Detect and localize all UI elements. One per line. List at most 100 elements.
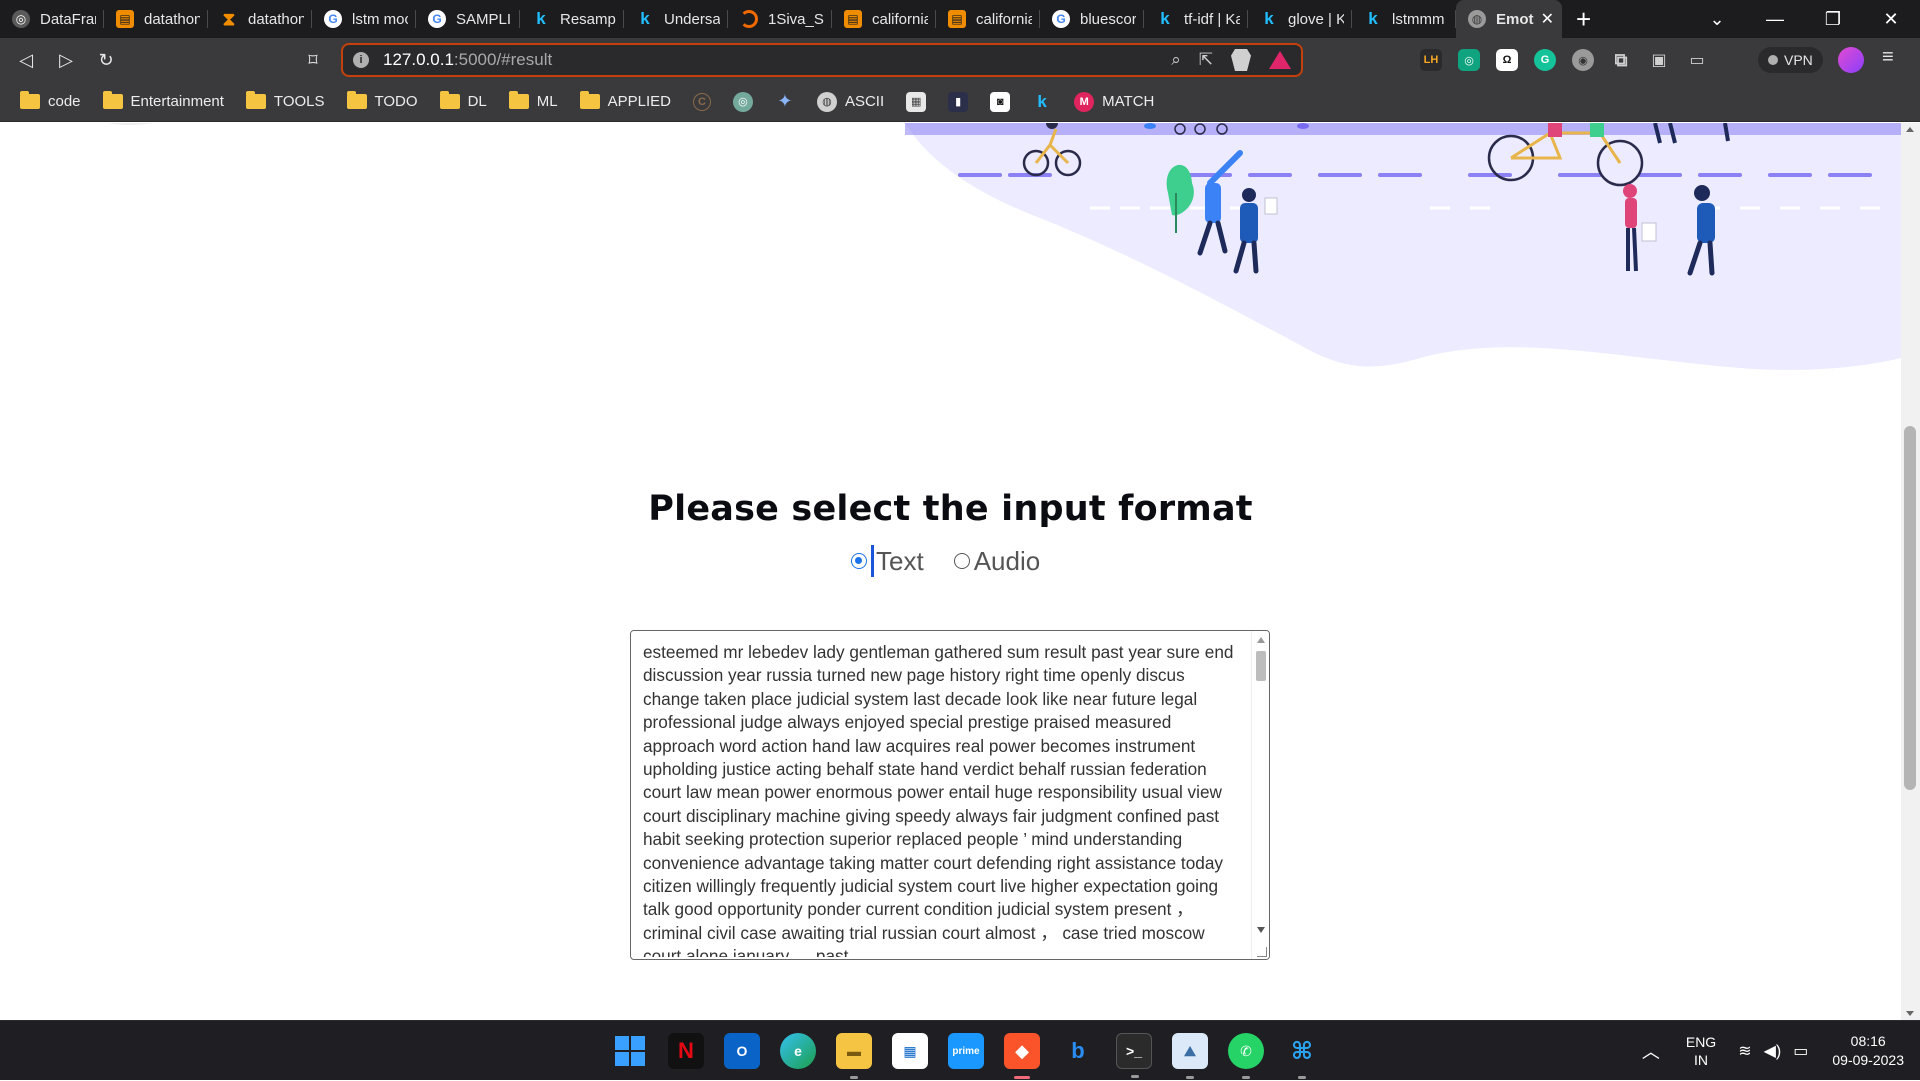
bookmark-folder-entertainment[interactable]: Entertainment (102, 91, 224, 110)
option-audio[interactable]: Audio (953, 546, 1040, 577)
kaggle-icon: k (1160, 9, 1170, 28)
scroll-down-arrow-icon[interactable] (1906, 1011, 1914, 1016)
tab-6[interactable]: k Undersar (624, 0, 728, 38)
bookmark-kaggle[interactable]: k (1032, 92, 1052, 112)
tab-5[interactable]: k Resampl (520, 0, 624, 38)
bookmark-icon[interactable]: ⌑ (293, 40, 333, 80)
tab-2[interactable]: ⧗ datathon (208, 0, 312, 38)
tab-11[interactable]: k tf-idf | Ka (1144, 0, 1248, 38)
bookmark-gemini[interactable]: ✦ (775, 91, 795, 112)
page-scrollbar[interactable] (1901, 123, 1920, 1020)
tab-label: Resampl (560, 10, 616, 28)
url-path: :5000/#result (453, 50, 553, 69)
sidebar-icon[interactable]: ▣ (1648, 49, 1670, 71)
start-icon[interactable] (612, 1033, 648, 1069)
tab-8[interactable]: ▤ california (832, 0, 936, 38)
clock-date: 09-09-2023 (1832, 1052, 1904, 1068)
menu-icon[interactable]: ≡ (1882, 46, 1894, 69)
new-tab-button[interactable]: + (1576, 4, 1606, 35)
site-info-icon[interactable]: i (353, 52, 369, 68)
share-icon[interactable]: ⇱ (1199, 50, 1213, 70)
option-text[interactable]: Text (851, 545, 924, 577)
bookmark-match[interactable]: M MATCH (1074, 91, 1154, 112)
clock[interactable]: 08:16 09-09-2023 (1832, 1032, 1904, 1070)
bookmark-folder-tools[interactable]: TOOLS (245, 91, 325, 110)
gamepad-icon[interactable]: ◉ (1572, 49, 1594, 71)
google-icon: G (1052, 10, 1070, 28)
wallet-icon[interactable]: ▭ (1686, 49, 1708, 71)
bookmark-folder-todo[interactable]: TODO (346, 91, 418, 110)
vscode-icon[interactable]: ⌘ (1284, 1033, 1320, 1079)
whatsapp-icon[interactable]: ✆ (1228, 1033, 1264, 1079)
brave-rewards-icon[interactable] (1269, 51, 1291, 69)
navigation-bar: ◁ ▷ ↻ ⌑ i 127.0.0.1:5000/#result ⌕ ⇱ LH … (0, 38, 1920, 82)
bing-icon[interactable]: b (1060, 1033, 1096, 1069)
netflix-icon[interactable]: N (668, 1033, 704, 1069)
bookmark-dark[interactable]: ▮ (948, 91, 969, 112)
scroll-down-arrow-icon[interactable] (1257, 927, 1265, 933)
bookmark-notes[interactable]: ▦ (906, 91, 927, 112)
vpn-button[interactable]: VPN (1758, 47, 1823, 73)
textarea-scrollbar[interactable] (1251, 631, 1269, 959)
reload-icon[interactable]: ↻ (86, 40, 126, 80)
brave-shields-icon[interactable] (1231, 49, 1251, 71)
bookmark-chatgpt[interactable]: ◎ (732, 91, 753, 112)
file-explorer-icon[interactable]: ▬ (836, 1033, 872, 1079)
tab-active[interactable]: ◍ Emot ✕ (1456, 0, 1562, 38)
prime-video-icon[interactable]: prime (948, 1033, 984, 1069)
bookmark-label: ML (536, 93, 558, 110)
bookmark-folder-code[interactable]: code (20, 91, 81, 110)
close-tab-icon[interactable]: ✕ (1541, 9, 1554, 29)
store-icon[interactable]: ▦ (892, 1033, 928, 1069)
folder-icon (245, 91, 266, 109)
quick-settings[interactable]: ≋ ◀) ▭ (1738, 1041, 1808, 1061)
grammarly-icon[interactable]: G (1534, 49, 1556, 71)
bookmark-search[interactable]: ◙ (990, 91, 1011, 112)
back-icon[interactable]: ◁ (6, 40, 46, 80)
omega-icon[interactable]: Ω (1496, 49, 1518, 71)
folder-icon (20, 91, 40, 109)
terminal-icon[interactable]: >_ (1116, 1033, 1152, 1078)
tab-3[interactable]: Glstm moc (312, 0, 416, 38)
resize-grip-icon[interactable] (1257, 947, 1267, 957)
tab-search-chevron-icon[interactable]: ⌄ (1688, 9, 1746, 30)
text-input-area[interactable]: esteemed mr lebedev lady gentleman gathe… (631, 631, 1251, 957)
tab-7[interactable]: 1Siva_Sir (728, 0, 832, 38)
tab-9[interactable]: ▤ california (936, 0, 1040, 38)
brave-icon[interactable]: ◆ (1004, 1033, 1040, 1079)
minimize-icon[interactable]: — (1746, 9, 1804, 30)
bookmark-folder-dl[interactable]: DL (439, 91, 487, 110)
chatgpt-extension-icon[interactable]: ◎ (1458, 49, 1480, 71)
edge-icon[interactable]: e (780, 1033, 816, 1069)
audio-radio-button[interactable] (953, 553, 970, 569)
photos-icon[interactable]: ⛰ (1172, 1033, 1208, 1079)
address-bar[interactable]: i 127.0.0.1:5000/#result ⌕ ⇱ (341, 43, 1303, 77)
close-window-icon[interactable]: ✕ (1862, 9, 1920, 30)
tab-12[interactable]: k glove | K (1248, 0, 1352, 38)
bookmark-folder-applied[interactable]: APPLIED (579, 91, 671, 110)
tab-10[interactable]: Gbluescor (1040, 0, 1144, 38)
profile-avatar[interactable] (1838, 47, 1864, 73)
language-indicator[interactable]: ENG IN (1686, 1033, 1716, 1069)
tab-4[interactable]: G SAMPLIN (416, 0, 520, 38)
text-radio-button[interactable] (851, 553, 867, 569)
bookmark-ascii[interactable]: ◍ ASCII (816, 91, 884, 112)
lighthouse-icon[interactable]: LH (1420, 49, 1442, 71)
forward-icon[interactable]: ▷ (46, 40, 86, 80)
outlook-icon[interactable]: O (724, 1033, 760, 1069)
bookmark-codechef[interactable]: C (692, 92, 711, 111)
zoom-icon[interactable]: ⌕ (1171, 50, 1181, 70)
restore-icon[interactable]: ❐ (1804, 9, 1862, 30)
scroll-up-arrow-icon[interactable] (1257, 637, 1265, 643)
extensions-puzzle-icon[interactable]: ⧉ (1610, 49, 1632, 71)
bookmark-folder-ml[interactable]: ML (508, 91, 558, 110)
tab-1[interactable]: ▤ datathon (104, 0, 208, 38)
tab-label: SAMPLIN (456, 10, 512, 28)
scroll-thumb[interactable] (1256, 651, 1266, 681)
tray-overflow-chevron-icon[interactable]: ︿ (1642, 1038, 1660, 1064)
tab-0[interactable]: ◎ DataFrar (0, 0, 104, 38)
tab-13[interactable]: k lstmmm (1352, 0, 1456, 38)
scroll-up-arrow-icon[interactable] (1906, 127, 1914, 132)
tab-label: DataFrar (40, 10, 96, 28)
page-scroll-thumb[interactable] (1904, 426, 1916, 790)
